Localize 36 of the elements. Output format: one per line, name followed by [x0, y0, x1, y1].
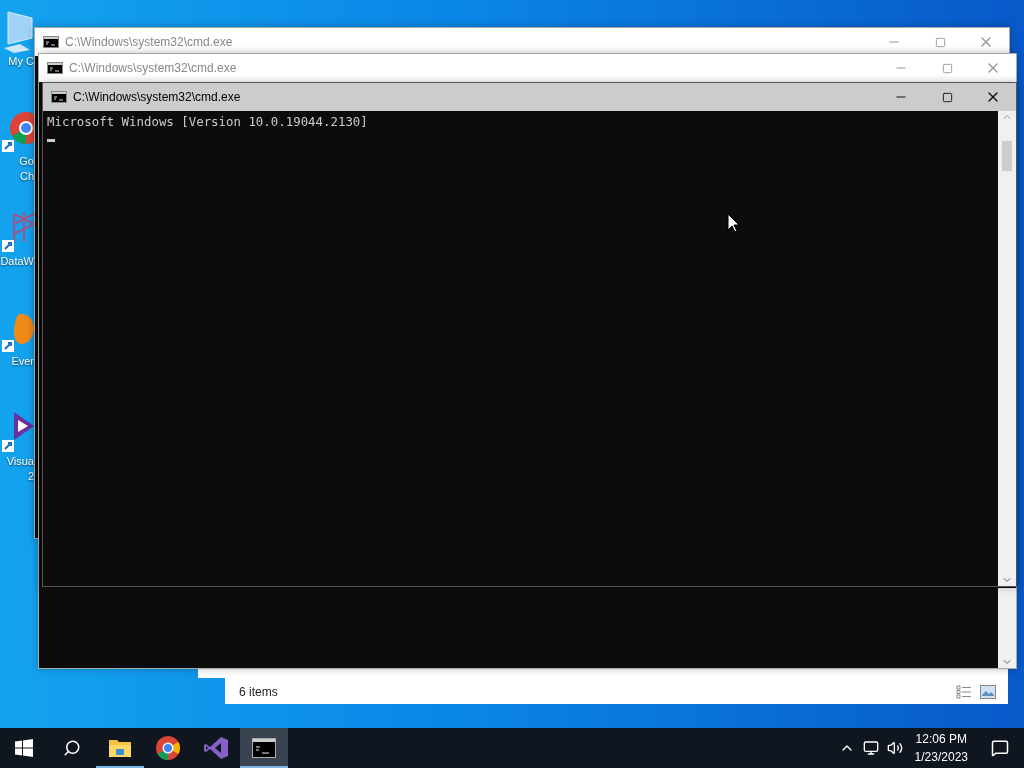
icon-label: Ch	[19, 169, 34, 184]
icon-label: 2	[27, 469, 34, 484]
window-title: C:\Windows\system32\cmd.exe	[65, 35, 234, 49]
grid-icon	[0, 210, 34, 254]
chrome-icon	[156, 736, 180, 760]
console-icon	[43, 36, 59, 48]
status-text: 6 items	[239, 685, 278, 699]
scroll-thumb[interactable]	[1002, 141, 1012, 171]
details-view-icon[interactable]	[956, 685, 972, 699]
windows-icon[interactable]	[15, 739, 33, 757]
volume-icon[interactable]	[886, 740, 903, 756]
window-title: C:\Windows\system32\cmd.exe	[73, 90, 242, 104]
search-icon[interactable]	[63, 739, 81, 757]
icon-label: DataW	[0, 254, 34, 269]
clock[interactable]: 12:06 PM 1/23/2023	[906, 730, 976, 766]
maximize-icon[interactable]	[941, 91, 953, 103]
window-title: C:\Windows\system32\cmd.exe	[69, 61, 238, 75]
scrollbar[interactable]	[998, 588, 1016, 668]
notifications-icon[interactable]	[991, 739, 1009, 757]
folder-icon	[108, 738, 132, 758]
icon-label: Go	[19, 154, 34, 169]
monitor-icon[interactable]	[862, 740, 879, 756]
icon-label: Visua	[6, 454, 34, 469]
pointer-icon	[727, 213, 741, 233]
console-icon	[47, 62, 63, 74]
visual-studio-icon	[203, 736, 229, 760]
scrollbar[interactable]	[998, 111, 1016, 586]
taskbar-app[interactable]	[240, 728, 288, 768]
console-icon	[252, 738, 276, 758]
text-cursor	[47, 139, 55, 142]
thumbnail-view-icon[interactable]	[980, 685, 996, 699]
console-icon	[51, 91, 67, 103]
icon-label: Ever	[11, 354, 34, 369]
console-text: Microsoft Windows [Version 10.0.19044.2130]	[47, 113, 369, 131]
icon-label: My C	[8, 54, 34, 69]
visual-studio-icon	[0, 410, 34, 454]
